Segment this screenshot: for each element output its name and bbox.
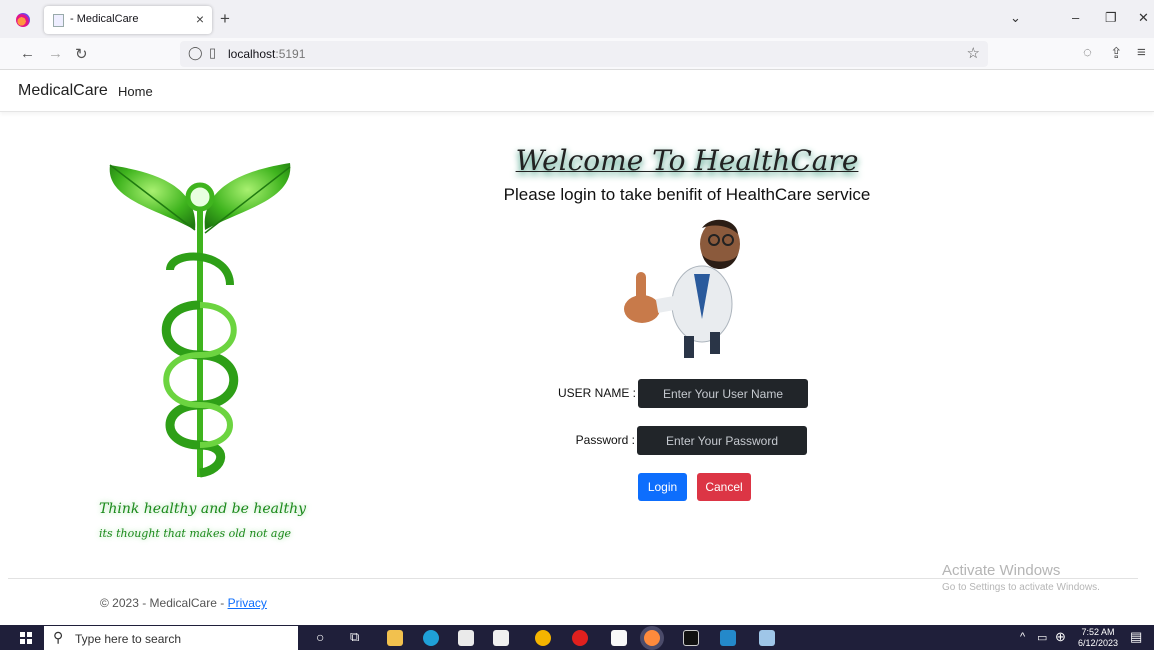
close-window-icon[interactable]: ✕ <box>1138 10 1149 26</box>
clock-time: 7:52 AM <box>1081 627 1115 637</box>
page-info-icon[interactable]: ▯ <box>209 45 216 61</box>
activate-windows-hint: Go to Settings to activate Windows. <box>942 582 1100 593</box>
taskbar-clock[interactable]: 7:52 AM 6/12/2023 <box>1078 627 1118 649</box>
site-navbar: MedicalCare Home <box>0 70 1154 112</box>
new-tab-icon[interactable]: + <box>220 9 230 29</box>
caduceus-leaf-logo <box>109 163 291 478</box>
close-tab-icon[interactable]: × <box>196 11 204 27</box>
footer-copyright: © 2023 - MedicalCare - <box>100 596 228 610</box>
opera-icon[interactable] <box>572 630 588 646</box>
app-window-icon[interactable] <box>759 630 775 646</box>
windows-start-icon[interactable] <box>20 632 32 644</box>
password-input[interactable] <box>637 426 807 455</box>
nav-home-link[interactable]: Home <box>118 84 153 99</box>
password-label: Password : <box>575 433 635 447</box>
minimize-icon[interactable]: – <box>1072 10 1079 25</box>
cortana-icon[interactable]: ○ <box>316 629 324 645</box>
url-text[interactable]: localhost:5191 <box>228 47 305 61</box>
pocket-icon[interactable]: ◌ <box>1083 44 1092 61</box>
firefox-icon[interactable] <box>16 13 30 27</box>
search-icon: ⚲ <box>53 629 64 645</box>
notifications-icon[interactable]: ▤ <box>1130 629 1142 645</box>
doctor-thumbs-up-illustration <box>624 219 740 358</box>
mail-icon[interactable] <box>493 630 509 646</box>
page-favicon-icon <box>53 14 64 27</box>
extensions-icon[interactable]: ⇪ <box>1110 44 1123 62</box>
windows-taskbar: ⚲ Type here to search ○ ⧉ ^ ▭ ⊕ 7:52 AM … <box>0 625 1154 650</box>
browser-nav-bar: ← → ↻ ◯ ▯ localhost:5191 ☆ ◌ ⇪ ≡ <box>0 38 1154 70</box>
username-input[interactable] <box>638 379 808 408</box>
browser-tab[interactable]: - MedicalCare × <box>44 6 212 34</box>
login-button[interactable]: Login <box>638 473 687 501</box>
vscode-icon[interactable] <box>720 630 736 646</box>
site-footer: © 2023 - MedicalCare - Privacy <box>100 596 267 610</box>
slogan-sub: its thought that makes old not age <box>99 527 292 540</box>
tray-chevron-icon[interactable]: ^ <box>1020 631 1025 643</box>
url-bar[interactable]: ◯ ▯ localhost:5191 ☆ <box>180 41 988 67</box>
welcome-heading: Welcome To HealthCare <box>515 144 859 177</box>
shield-icon[interactable]: ◯ <box>188 45 203 61</box>
task-view-icon[interactable]: ⧉ <box>350 629 359 645</box>
slogan-main: Think healthy and be healthy <box>99 501 307 517</box>
file-explorer-icon[interactable] <box>387 630 403 646</box>
bookmark-star-icon[interactable]: ☆ <box>967 44 980 62</box>
taskbar-search-box[interactable]: ⚲ Type here to search <box>44 626 298 650</box>
notepad-icon[interactable] <box>611 630 627 646</box>
login-subtitle: Please login to take benifit of HealthCa… <box>503 185 871 204</box>
privacy-link[interactable]: Privacy <box>228 596 267 610</box>
site-brand[interactable]: MedicalCare <box>18 82 108 100</box>
list-all-tabs-icon[interactable]: ⌄ <box>1010 10 1021 26</box>
restore-icon[interactable]: ❐ <box>1105 10 1117 26</box>
cancel-button[interactable]: Cancel <box>697 473 751 501</box>
edge-icon[interactable] <box>423 630 439 646</box>
chrome-icon[interactable] <box>535 630 551 646</box>
reload-icon[interactable]: ↻ <box>75 45 88 63</box>
clock-date: 6/12/2023 <box>1078 638 1119 648</box>
battery-icon[interactable]: ▭ <box>1037 631 1047 644</box>
activate-windows-title: Activate Windows <box>942 562 1061 579</box>
back-icon[interactable]: ← <box>20 45 35 62</box>
taskbar-search-placeholder: Type here to search <box>75 632 182 646</box>
tab-title: - MedicalCare <box>70 13 139 25</box>
menu-icon[interactable]: ≡ <box>1137 44 1146 61</box>
terminal-icon[interactable] <box>683 630 699 646</box>
username-label: USER NAME : <box>557 386 636 400</box>
forward-icon[interactable]: → <box>48 45 63 62</box>
store-icon[interactable] <box>458 630 474 646</box>
browser-tab-strip: - MedicalCare × + ⌄ – ❐ ✕ <box>0 0 1154 38</box>
firefox-taskbar-icon[interactable] <box>644 630 660 646</box>
network-icon[interactable]: ⊕ <box>1055 629 1066 645</box>
